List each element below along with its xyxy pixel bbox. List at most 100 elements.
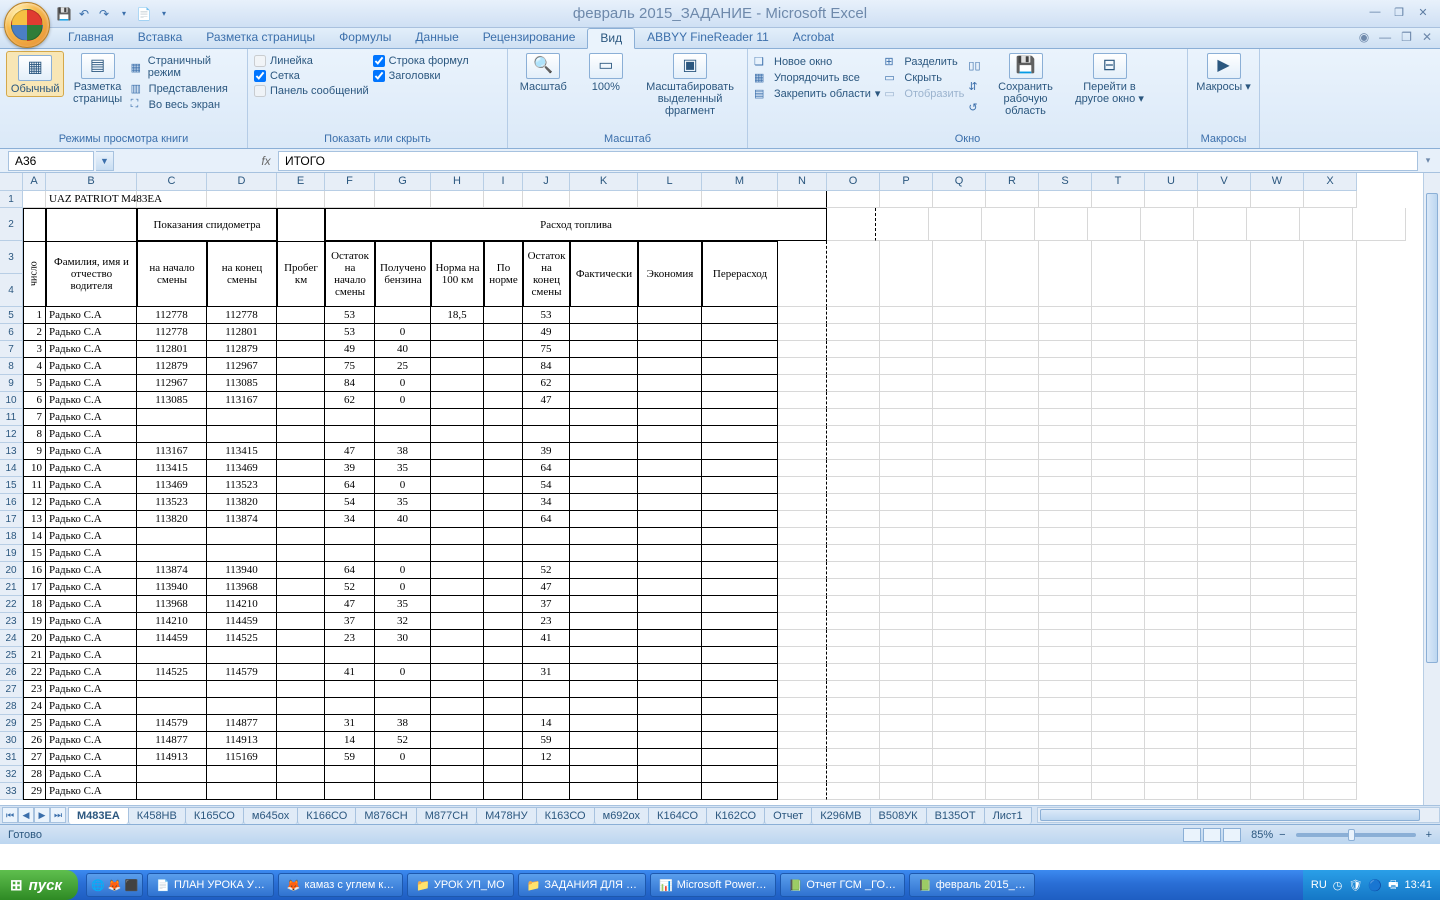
cell[interactable] (880, 528, 933, 545)
cell[interactable] (986, 749, 1039, 766)
cell[interactable] (484, 562, 523, 579)
row-header[interactable]: 3 (0, 241, 23, 274)
cell[interactable] (570, 749, 638, 766)
row-header[interactable]: 25 (0, 647, 23, 664)
cell[interactable] (1194, 208, 1247, 241)
cell[interactable] (778, 647, 827, 664)
cell[interactable] (1198, 766, 1251, 783)
cell[interactable] (827, 664, 880, 681)
cell[interactable] (1092, 749, 1145, 766)
column-header[interactable]: X (1304, 173, 1357, 191)
cell[interactable] (880, 409, 933, 426)
cell[interactable] (484, 460, 523, 477)
cell[interactable] (375, 191, 431, 208)
cell[interactable] (277, 783, 325, 800)
cell[interactable] (431, 681, 484, 698)
msgbar-checkbox[interactable]: Панель сообщений (254, 85, 369, 97)
cell[interactable] (1039, 494, 1092, 511)
cell[interactable] (375, 647, 431, 664)
cell[interactable]: Радько С.А (46, 443, 137, 460)
cell[interactable] (1039, 562, 1092, 579)
cell[interactable] (325, 528, 375, 545)
cell[interactable]: 29 (23, 783, 46, 800)
cell[interactable] (638, 511, 702, 528)
sheet-prev-icon[interactable]: ◀ (18, 807, 34, 823)
cell[interactable] (277, 494, 325, 511)
cell[interactable]: 8 (23, 426, 46, 443)
cell[interactable] (778, 698, 827, 715)
cell[interactable] (1198, 681, 1251, 698)
cell[interactable]: 113523 (207, 477, 277, 494)
cell[interactable] (1251, 783, 1304, 800)
cell[interactable]: 112967 (207, 358, 277, 375)
cell[interactable] (325, 545, 375, 562)
cell[interactable] (778, 375, 827, 392)
cell[interactable] (827, 324, 880, 341)
cell[interactable] (1145, 341, 1198, 358)
ribbon-tab[interactable]: Главная (56, 28, 126, 48)
cell[interactable] (1145, 698, 1198, 715)
cell[interactable] (638, 477, 702, 494)
column-header[interactable]: P (880, 173, 933, 191)
cell[interactable] (137, 698, 207, 715)
cell[interactable] (638, 732, 702, 749)
cell[interactable]: 54 (325, 494, 375, 511)
zoom-level[interactable]: 85% (1251, 829, 1273, 841)
cell[interactable]: 114579 (137, 715, 207, 732)
sheet-last-icon[interactable]: ⏭ (50, 807, 66, 823)
cell[interactable] (1145, 511, 1198, 528)
cell[interactable] (986, 341, 1039, 358)
cell[interactable]: 114210 (137, 613, 207, 630)
cell[interactable] (137, 426, 207, 443)
cell[interactable] (778, 766, 827, 783)
cell[interactable] (933, 613, 986, 630)
cell[interactable] (933, 191, 986, 208)
row-header[interactable]: 8 (0, 358, 23, 375)
cell[interactable]: 26 (23, 732, 46, 749)
row-header[interactable]: 32 (0, 766, 23, 783)
cell[interactable] (1092, 341, 1145, 358)
cell[interactable] (207, 528, 277, 545)
cell[interactable]: 113874 (207, 511, 277, 528)
cell[interactable] (431, 409, 484, 426)
cell[interactable]: 18,5 (431, 307, 484, 324)
cell[interactable]: 64 (523, 511, 570, 528)
cell[interactable] (570, 698, 638, 715)
qat-dropdown-icon[interactable]: ▾ (156, 6, 172, 22)
cell[interactable] (431, 749, 484, 766)
cell[interactable] (1304, 494, 1357, 511)
cell[interactable] (1198, 647, 1251, 664)
cell[interactable] (484, 392, 523, 409)
cell[interactable]: 38 (375, 443, 431, 460)
cell[interactable] (484, 341, 523, 358)
cell[interactable] (1198, 562, 1251, 579)
cell[interactable] (827, 562, 880, 579)
cell[interactable]: 112778 (137, 307, 207, 324)
cell[interactable]: Радько С.А (46, 324, 137, 341)
cell[interactable] (702, 630, 778, 647)
cell[interactable] (1198, 307, 1251, 324)
cell[interactable] (484, 528, 523, 545)
cell[interactable] (1251, 477, 1304, 494)
cell[interactable] (484, 358, 523, 375)
cell[interactable] (277, 749, 325, 766)
cell[interactable] (638, 749, 702, 766)
cell[interactable] (375, 698, 431, 715)
cell[interactable] (1304, 358, 1357, 375)
cell[interactable]: 30 (375, 630, 431, 647)
column-header[interactable]: J (523, 173, 570, 191)
cell[interactable] (986, 426, 1039, 443)
cell[interactable] (1251, 681, 1304, 698)
cell[interactable]: 59 (523, 732, 570, 749)
cell[interactable] (207, 681, 277, 698)
cell[interactable] (484, 324, 523, 341)
cell[interactable] (1251, 596, 1304, 613)
cell[interactable] (570, 324, 638, 341)
cell[interactable]: 52 (523, 562, 570, 579)
cell[interactable]: 14 (325, 732, 375, 749)
cell[interactable] (1039, 528, 1092, 545)
cell[interactable] (23, 208, 46, 241)
cell[interactable] (1092, 698, 1145, 715)
cell[interactable] (1145, 409, 1198, 426)
cell[interactable] (778, 630, 827, 647)
